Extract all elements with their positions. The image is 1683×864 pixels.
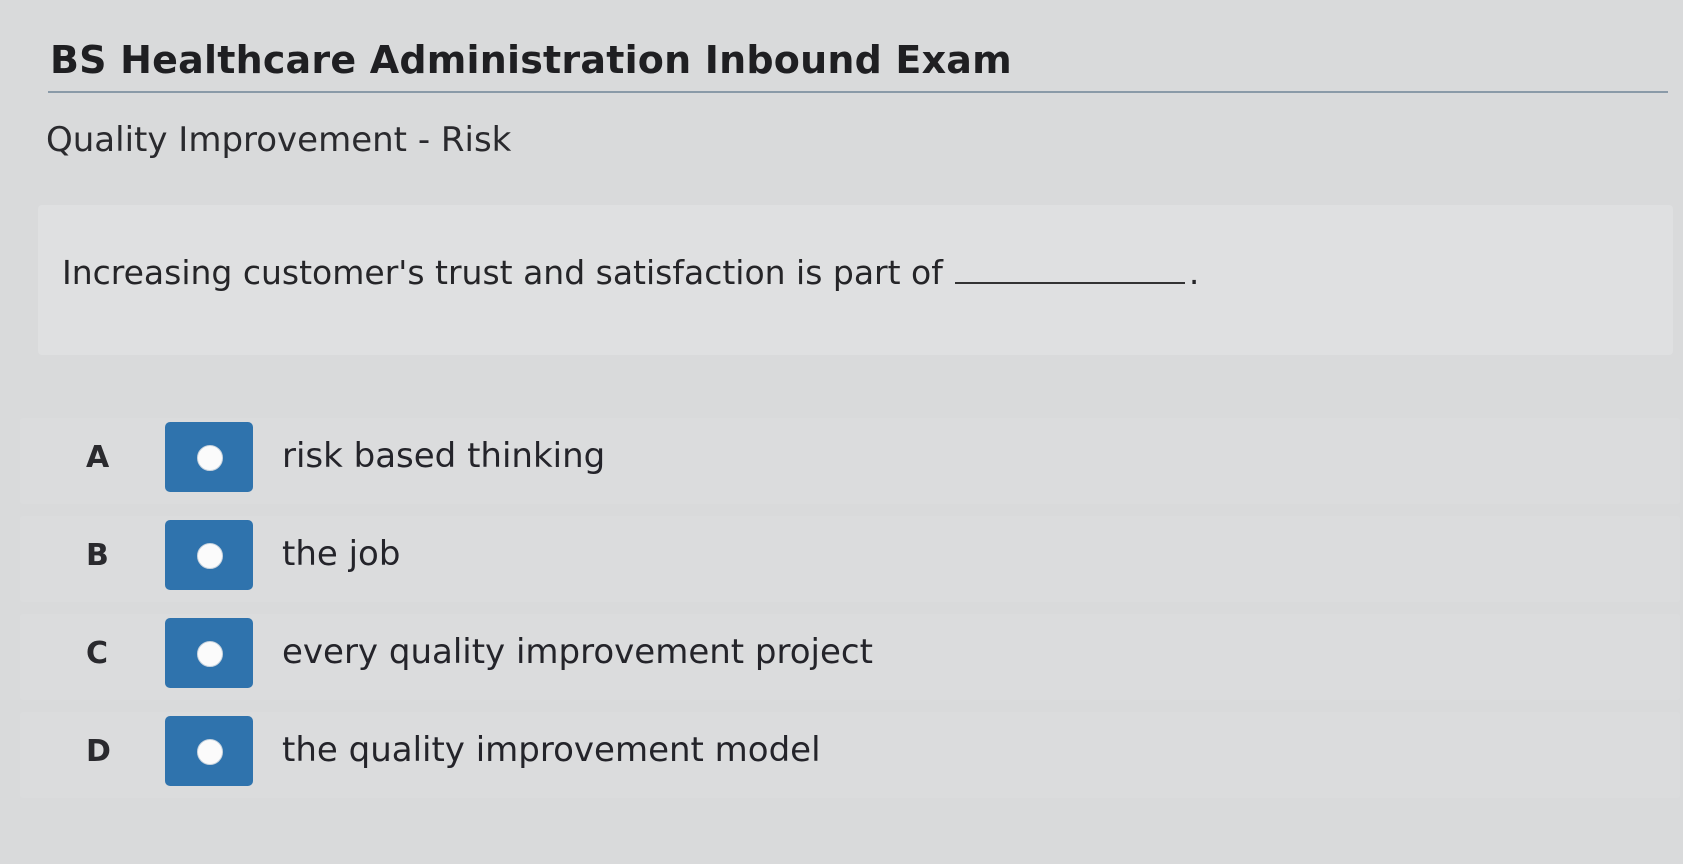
option-label: the quality improvement model — [282, 730, 821, 770]
title-divider — [48, 91, 1668, 93]
radio-circle-icon — [197, 445, 223, 471]
option-a-radio[interactable] — [165, 422, 253, 492]
option-label: the job — [282, 534, 401, 574]
option-label: every quality improvement project — [282, 632, 873, 672]
section-heading: Quality Improvement - Risk — [46, 120, 512, 160]
radio-circle-icon — [197, 739, 223, 765]
option-row-c[interactable]: C every quality improvement project — [20, 614, 1680, 700]
option-label: risk based thinking — [282, 436, 606, 476]
question-stem: Increasing customer's trust and satisfac… — [62, 253, 943, 292]
option-letter: B — [86, 538, 109, 573]
option-letter: D — [86, 734, 111, 769]
option-letter: C — [86, 636, 109, 671]
option-d-radio[interactable] — [165, 716, 253, 786]
question-text: Increasing customer's trust and satisfac… — [62, 253, 1199, 292]
option-row-d[interactable]: D the quality improvement model — [20, 712, 1680, 798]
question-panel: Increasing customer's trust and satisfac… — [38, 205, 1673, 355]
question-punctuation: . — [1188, 253, 1200, 292]
radio-circle-icon — [197, 543, 223, 569]
radio-circle-icon — [197, 641, 223, 667]
option-row-a[interactable]: A risk based thinking — [20, 418, 1680, 504]
option-b-radio[interactable] — [165, 520, 253, 590]
page-title: BS Healthcare Administration Inbound Exa… — [50, 38, 1012, 82]
answer-blank — [954, 254, 1185, 284]
option-row-b[interactable]: B the job — [20, 516, 1680, 602]
answer-options: A risk based thinking B the job C every … — [20, 418, 1680, 810]
option-letter: A — [86, 440, 110, 475]
option-c-radio[interactable] — [165, 618, 253, 688]
